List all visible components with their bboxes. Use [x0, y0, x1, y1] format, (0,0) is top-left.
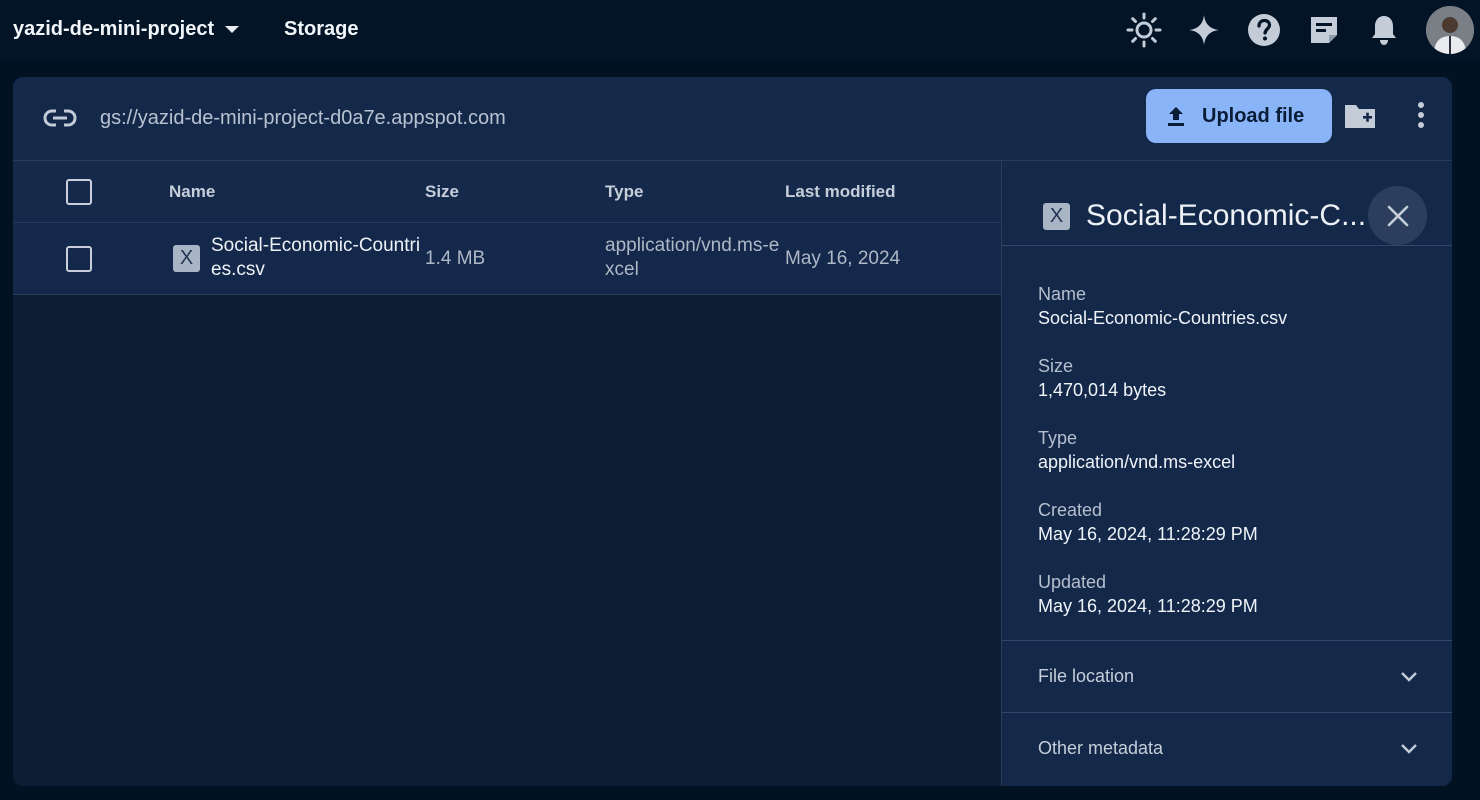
- close-icon: [1387, 205, 1408, 226]
- upload-file-button[interactable]: Upload file: [1146, 89, 1332, 143]
- file-size: 1.4 MB: [425, 248, 486, 269]
- upload-icon: [1168, 107, 1184, 126]
- more-options-button[interactable]: [1407, 101, 1435, 135]
- column-header-last-modified[interactable]: Last modified: [785, 182, 896, 202]
- property-size: Size 1,470,014 bytes: [1038, 356, 1167, 400]
- file-type: application/vnd.ms-excel: [605, 235, 780, 280]
- upload-label: Upload file: [1202, 104, 1305, 127]
- file-name[interactable]: Social-Economic-Countries.csv: [211, 234, 426, 282]
- column-header-size[interactable]: Size: [425, 182, 459, 202]
- avatar[interactable]: [1426, 6, 1474, 54]
- bucket-path-bar: gs://yazid-de-mini-project-d0a7e.appspot…: [13, 77, 1452, 161]
- chevron-down-icon: [1401, 744, 1417, 754]
- file-location-section[interactable]: File location: [1002, 640, 1452, 712]
- select-all-checkbox[interactable]: [66, 179, 92, 205]
- excel-file-icon: X: [1043, 203, 1070, 230]
- close-panel-button[interactable]: [1368, 186, 1427, 245]
- property-created: Created May 16, 2024, 11:28:29 PM: [1038, 500, 1258, 544]
- table-header: Name Size Type Last modified: [13, 161, 1001, 223]
- add-folder-button[interactable]: [1343, 101, 1381, 135]
- row-checkbox[interactable]: [66, 246, 92, 272]
- folder-add-icon: [1345, 105, 1375, 128]
- more-vert-icon: [1418, 102, 1424, 128]
- column-header-type[interactable]: Type: [605, 182, 643, 202]
- feedback-icon[interactable]: [1304, 10, 1344, 50]
- link-icon[interactable]: [43, 103, 77, 138]
- table-row[interactable]: X Social-Economic-Countries.csv 1.4 MB a…: [13, 223, 1001, 295]
- top-bar: yazid-de-mini-project Storage: [0, 0, 1480, 62]
- page-title: Storage: [284, 18, 359, 40]
- brightness-icon[interactable]: [1124, 10, 1164, 50]
- property-updated: Updated May 16, 2024, 11:28:29 PM: [1038, 572, 1258, 616]
- notifications-icon[interactable]: [1364, 10, 1404, 50]
- file-details-panel: X Social-Economic-C... Name Social-Econo…: [1001, 161, 1452, 786]
- sparkle-icon[interactable]: [1184, 10, 1224, 50]
- other-metadata-section[interactable]: Other metadata: [1002, 712, 1452, 784]
- project-name: yazid-de-mini-project: [13, 18, 215, 40]
- excel-file-icon: X: [173, 245, 200, 272]
- dropdown-arrow-icon: [225, 25, 240, 33]
- property-type: Type application/vnd.ms-excel: [1038, 428, 1236, 472]
- file-last-modified: May 16, 2024: [785, 248, 901, 269]
- chevron-down-icon: [1401, 672, 1417, 682]
- panel-header: X Social-Economic-C...: [1002, 161, 1452, 246]
- storage-browser: gs://yazid-de-mini-project-d0a7e.appspot…: [13, 77, 1452, 786]
- panel-title: Social-Economic-C...: [1086, 199, 1367, 232]
- property-name: Name Social-Economic-Countries.csv: [1038, 284, 1288, 328]
- bucket-path: gs://yazid-de-mini-project-d0a7e.appspot…: [100, 107, 506, 129]
- column-header-name[interactable]: Name: [169, 182, 215, 202]
- project-selector[interactable]: yazid-de-mini-project: [13, 18, 240, 41]
- files-table: Name Size Type Last modified X Social-Ec…: [13, 161, 1001, 786]
- help-icon[interactable]: [1244, 10, 1284, 50]
